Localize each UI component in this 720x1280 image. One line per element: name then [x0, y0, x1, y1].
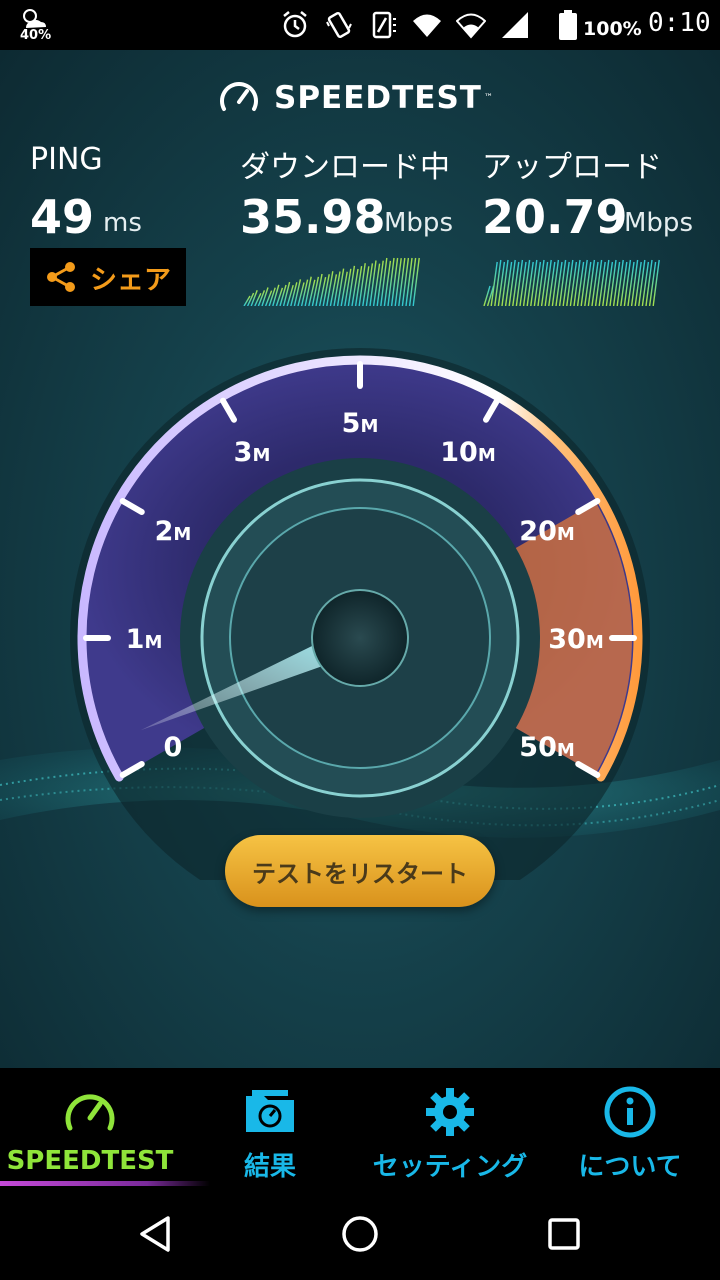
download-graph — [243, 257, 420, 306]
tab-label: について — [578, 1152, 682, 1182]
tab-label: 結果 — [243, 1152, 296, 1182]
signal-icon — [502, 12, 528, 38]
ping-value: 49 — [30, 190, 95, 244]
share-button[interactable]: シェア — [30, 248, 186, 306]
speedometer-icon — [220, 82, 258, 111]
share-icon — [47, 262, 75, 292]
status-bar: 40% 100% 0:10 — [0, 0, 720, 50]
clock: 0:10 — [648, 8, 711, 38]
tab-label: SPEEDTEST — [6, 1146, 174, 1176]
active-tab-indicator — [0, 1181, 210, 1186]
upload-value: 20.79 — [482, 190, 628, 244]
tab-results[interactable]: 結果 — [180, 1068, 360, 1188]
battery-icon — [559, 10, 577, 40]
system-nav-bar — [0, 1188, 720, 1280]
share-label: シェア — [90, 264, 171, 296]
logo-trademark: ™ — [483, 93, 493, 103]
gauge-tick-label: 0 — [164, 732, 183, 763]
no-sim-icon — [372, 11, 396, 39]
graph-bar — [652, 259, 660, 306]
tab-settings[interactable]: セッティング — [360, 1068, 540, 1188]
wifi-icon — [456, 13, 486, 39]
upload-graph — [483, 259, 660, 306]
weather-temp: 40% — [20, 28, 52, 43]
upload-unit: Mbps — [624, 208, 693, 238]
download-value: 35.98 — [240, 190, 386, 244]
speedtest-screen: SPEEDTEST ™ PING 49 ms ダウンロード中 35.98 Mbp… — [0, 50, 720, 1068]
speed-gauge: 01M2M3M5M10M20M30M50M — [70, 348, 650, 880]
graph-bar — [257, 290, 266, 306]
alarm-icon — [283, 11, 307, 38]
ping-unit: ms — [103, 208, 142, 238]
download-unit: Mbps — [384, 208, 453, 238]
bottom-tab-bar: SPEEDTEST 結果 セッティング について — [0, 1068, 720, 1188]
back-icon[interactable] — [136, 1214, 176, 1254]
info-icon — [604, 1086, 656, 1138]
upload-label: アップロード — [482, 150, 662, 185]
download-label: ダウンロード中 — [240, 150, 450, 185]
results-folder-icon — [246, 1090, 294, 1132]
logo-text: SPEEDTEST — [274, 80, 482, 116]
recents-icon[interactable] — [544, 1214, 584, 1254]
speedometer-icon — [65, 1094, 115, 1131]
vibrate-icon — [326, 11, 352, 39]
tab-speedtest[interactable]: SPEEDTEST — [0, 1068, 210, 1188]
battery-percent: 100% — [583, 18, 642, 40]
speedtest-logo: SPEEDTEST ™ — [218, 78, 493, 118]
graph-bar — [243, 295, 251, 306]
wifi-icon — [413, 14, 441, 37]
restart-test-button[interactable]: テストをリスタート — [225, 835, 495, 907]
tab-about[interactable]: について — [540, 1068, 720, 1188]
home-icon[interactable] — [340, 1214, 380, 1254]
status-icons — [280, 10, 530, 40]
gear-icon — [426, 1088, 474, 1136]
tab-label: セッティング — [372, 1152, 528, 1182]
ping-label: PING — [30, 142, 103, 177]
